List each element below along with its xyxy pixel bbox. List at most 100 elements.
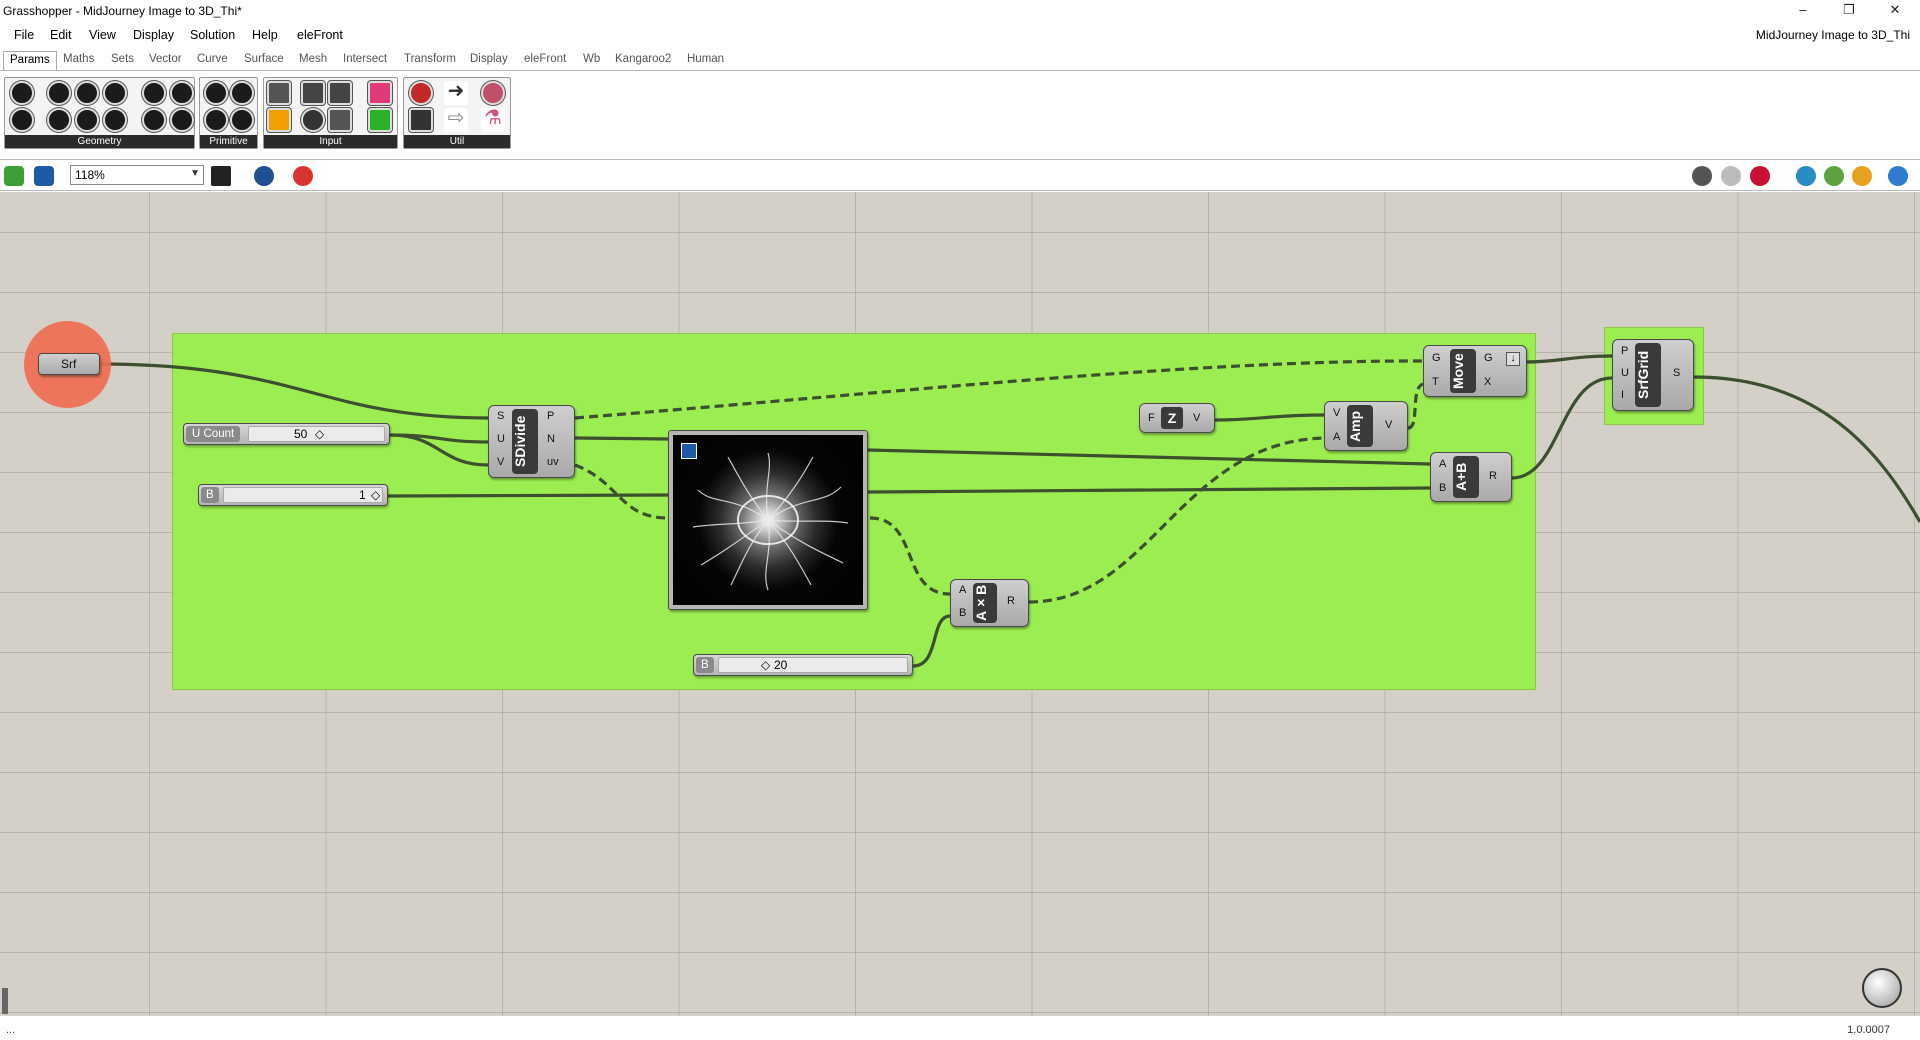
close-button[interactable]: ✕: [1872, 0, 1918, 22]
unit-z-component[interactable]: F Z V: [1139, 403, 1215, 433]
menu-solution[interactable]: Solution: [190, 28, 235, 42]
save-file-icon[interactable]: [681, 443, 697, 459]
preview-selected-icon[interactable]: [1750, 166, 1770, 186]
globe-icon[interactable]: [1888, 166, 1908, 186]
text-param-icon[interactable]: [230, 108, 254, 132]
number-param-icon[interactable]: [204, 108, 228, 132]
boolean-param-icon[interactable]: [204, 81, 228, 105]
tab-transform[interactable]: Transform: [398, 51, 462, 70]
input-a: A: [959, 584, 967, 596]
curve-param-icon[interactable]: [75, 81, 99, 105]
gradient-icon[interactable]: [368, 81, 392, 105]
line-param-icon[interactable]: [10, 108, 34, 132]
amplitude-component[interactable]: V A Amp V: [1324, 401, 1408, 451]
b-slider-2[interactable]: B ◇ 20: [693, 654, 913, 676]
tab-sets[interactable]: Sets: [105, 51, 140, 70]
output-v: V: [1193, 412, 1201, 424]
matrix-icon[interactable]: [368, 108, 392, 132]
zoom-select[interactable]: 118% ▼: [70, 165, 204, 185]
arrow-right-icon[interactable]: ➜: [444, 81, 468, 105]
tab-display[interactable]: Display: [464, 51, 514, 70]
cherry-icon[interactable]: [409, 81, 433, 105]
canvas-navigation-icon[interactable]: [1862, 968, 1902, 1008]
slider-track[interactable]: [718, 657, 908, 673]
addition-component[interactable]: A B A+B R: [1430, 452, 1512, 502]
graft-arrow-icon[interactable]: ↓: [1506, 352, 1520, 366]
zoom-extents-icon[interactable]: [211, 166, 231, 186]
tab-surface[interactable]: Surface: [238, 51, 290, 70]
value-list-icon[interactable]: [328, 108, 352, 132]
sdivide-component[interactable]: S U V SDivide P N uv: [488, 405, 575, 478]
output-p: P: [547, 410, 555, 422]
tab-intersect[interactable]: Intersect: [337, 51, 393, 70]
flask-icon[interactable]: ⚗: [481, 108, 505, 132]
mesh-settings-icon[interactable]: [1796, 166, 1816, 186]
slider-grip-icon[interactable]: ◇: [371, 488, 380, 502]
vector-param-icon[interactable]: [47, 108, 71, 132]
tab-params[interactable]: Params: [3, 51, 57, 70]
tab-elefront[interactable]: eleFront: [518, 51, 572, 70]
restore-button[interactable]: ❐: [1826, 0, 1872, 22]
zoom-value: 118%: [75, 168, 105, 182]
menu-file[interactable]: File: [14, 28, 34, 42]
menu-help[interactable]: Help: [252, 28, 278, 42]
input-u: U: [1621, 367, 1629, 379]
wire-p-move: [574, 359, 1424, 420]
plane-param-icon[interactable]: [75, 108, 99, 132]
brep-param-icon[interactable]: [170, 81, 194, 105]
minimize-button[interactable]: –: [1780, 0, 1826, 22]
srf-param[interactable]: Srf: [38, 353, 100, 375]
wire-mul-amp: [1028, 436, 1325, 604]
slider-icon[interactable]: [328, 81, 352, 105]
image-sampler-component[interactable]: [668, 430, 868, 610]
arrow-outline-icon[interactable]: ⇨: [444, 108, 468, 132]
data-dam-icon[interactable]: [481, 81, 505, 105]
grasshopper-canvas[interactable]: Srf U Count 50 ◇ B 1 ◇ B ◇ 20 S U V SDiv…: [0, 192, 1920, 1016]
tree-icon[interactable]: [409, 108, 433, 132]
slider-grip-icon[interactable]: ◇: [315, 427, 324, 441]
b-slider-1[interactable]: B 1 ◇: [198, 484, 388, 506]
import-icon[interactable]: [267, 81, 291, 105]
tab-curve[interactable]: Curve: [191, 51, 234, 70]
sphere-preview-icon[interactable]: [1824, 166, 1844, 186]
geometry-param-icon[interactable]: [142, 108, 166, 132]
u-count-slider[interactable]: U Count 50 ◇: [183, 423, 390, 445]
color-preview-icon[interactable]: [1852, 166, 1872, 186]
move-component[interactable]: G T Move G X ↓: [1423, 345, 1527, 397]
status-text: ...: [6, 1024, 16, 1036]
tab-vector[interactable]: Vector: [143, 51, 188, 70]
tab-kangaroo2[interactable]: Kangaroo2: [609, 51, 677, 70]
box-param-icon[interactable]: [103, 108, 127, 132]
open-file-icon[interactable]: [4, 166, 24, 186]
status-bar: ... 1.0.0007: [0, 1016, 1920, 1040]
wire-srf-sdivide: [99, 362, 489, 420]
menu-view[interactable]: View: [89, 28, 116, 42]
sketch-pen-icon[interactable]: [293, 166, 313, 186]
save-file-icon[interactable]: [34, 166, 54, 186]
tab-mesh[interactable]: Mesh: [293, 51, 333, 70]
chevron-down-icon: ▼: [190, 168, 200, 179]
menu-display[interactable]: Display: [133, 28, 174, 42]
multiply-component[interactable]: A B A×B R: [950, 579, 1029, 627]
group-param-icon[interactable]: [170, 108, 194, 132]
tab-wb[interactable]: Wb: [577, 51, 606, 70]
scroll-handle[interactable]: [2, 988, 8, 1014]
graph-mapper-icon[interactable]: [267, 108, 291, 132]
srfgrid-component[interactable]: P U I SrfGrid S: [1612, 339, 1694, 411]
menu-edit[interactable]: Edit: [50, 28, 72, 42]
preview-wire-icon[interactable]: [1692, 166, 1712, 186]
menu-elefront[interactable]: eleFront: [297, 28, 343, 42]
preview-eye-icon[interactable]: [254, 166, 274, 186]
wire-srfgrid-out: [1693, 375, 1920, 523]
surface-param-icon[interactable]: [103, 81, 127, 105]
button-icon[interactable]: [301, 108, 325, 132]
toggle-icon[interactable]: [301, 81, 325, 105]
integer-param-icon[interactable]: [230, 81, 254, 105]
mesh-param-icon[interactable]: [142, 81, 166, 105]
tab-human[interactable]: Human: [681, 51, 730, 70]
preview-shaded-icon[interactable]: [1721, 166, 1741, 186]
slider-grip-icon[interactable]: ◇: [761, 658, 770, 672]
tab-maths[interactable]: Maths: [57, 51, 100, 70]
circle-param-icon[interactable]: [47, 81, 71, 105]
point-param-icon[interactable]: [10, 81, 34, 105]
